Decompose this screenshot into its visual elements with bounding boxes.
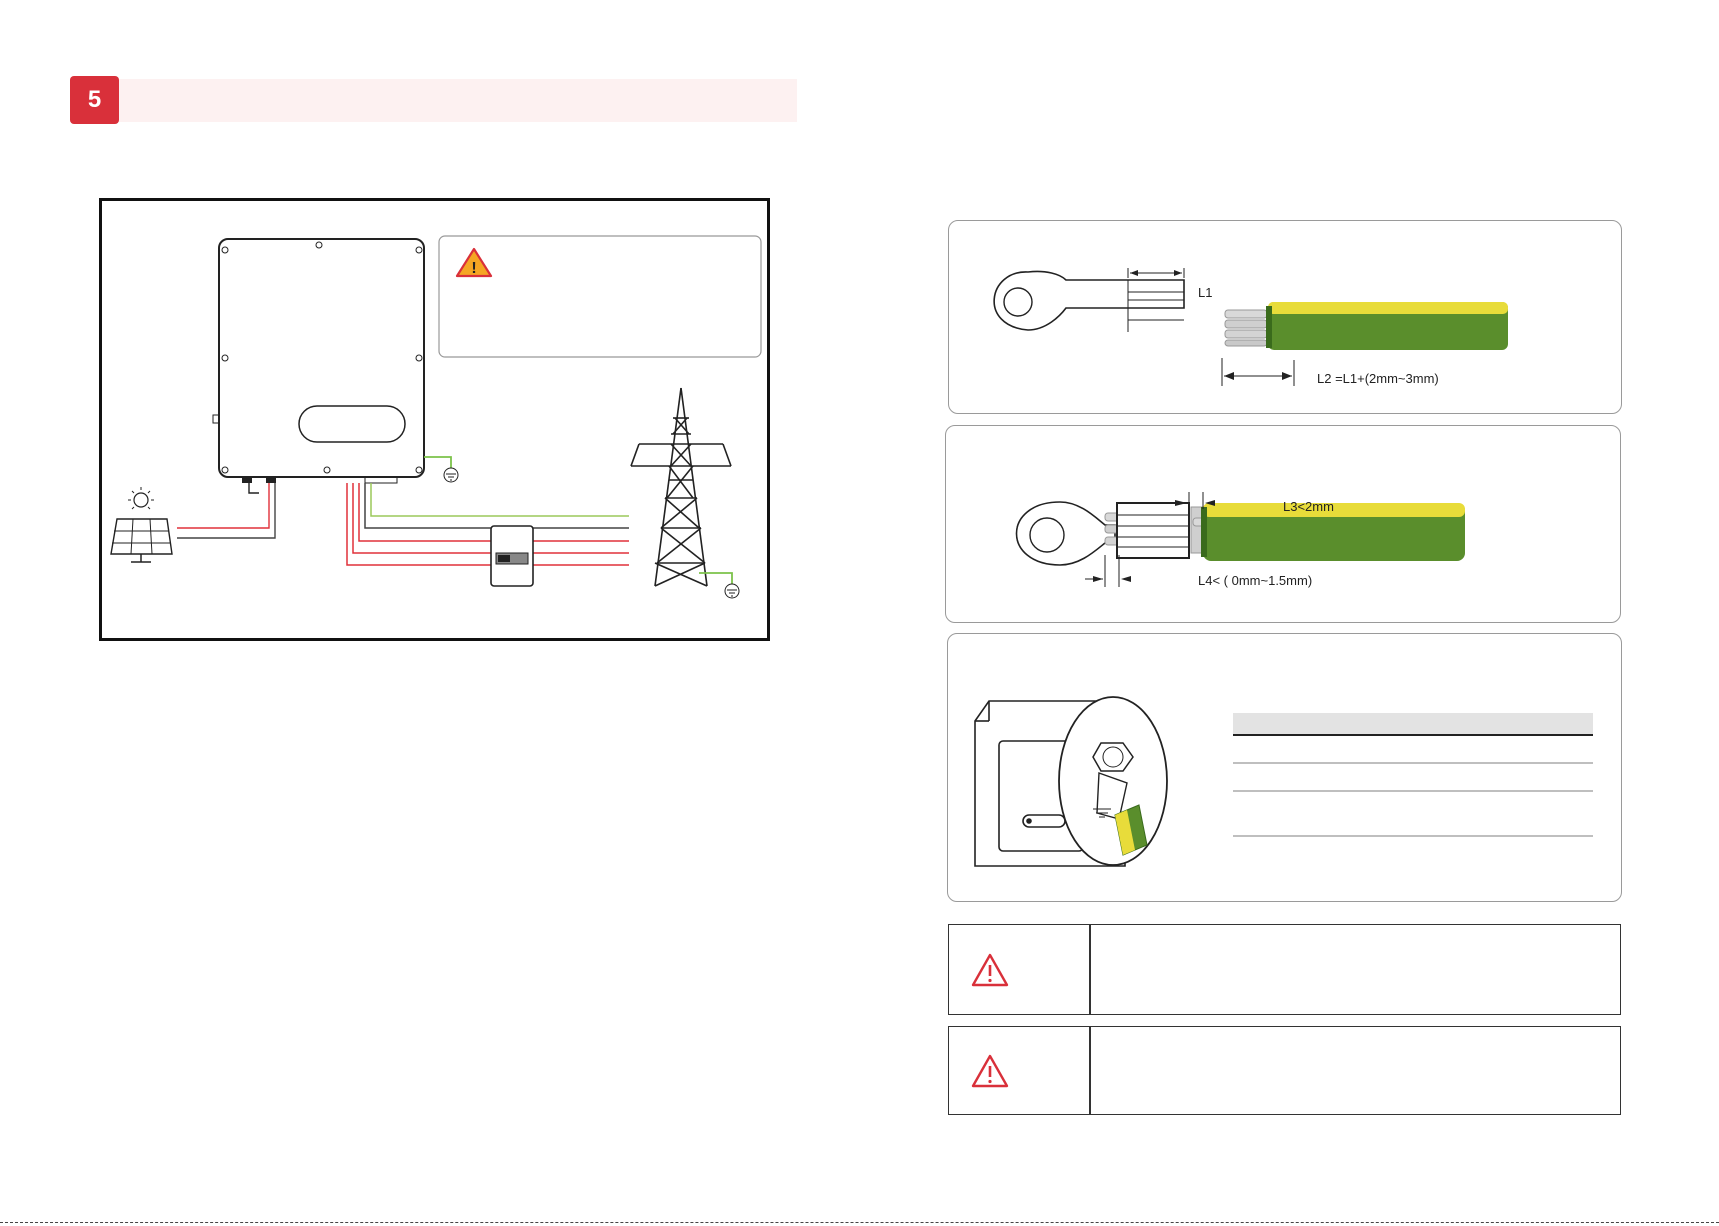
wiring-diagram: ! — [110, 235, 762, 599]
warning-row-2 — [948, 1026, 1621, 1115]
sun-icon — [128, 487, 154, 510]
label-l4: L4< ( 0mm~1.5mm) — [1198, 573, 1313, 588]
transmission-tower-icon — [630, 387, 732, 587]
label-l1: L1 — [1198, 285, 1213, 300]
warning-triangle-icon — [971, 953, 1009, 987]
crimped-terminal-figure — [1015, 492, 1465, 587]
inverter-icon — [212, 238, 425, 484]
breaker-icon — [490, 525, 534, 587]
section-number-badge: 5 — [70, 76, 119, 124]
label-l3: L3<2mm — [1283, 499, 1334, 514]
label-l2: L2 =L1+(2mm~3mm) — [1317, 371, 1439, 386]
ring-terminal-icon — [993, 270, 1185, 332]
ring-terminal-icon — [1015, 501, 1116, 566]
strip-length-figure — [993, 268, 1508, 386]
page-bottom-edge — [0, 1222, 1719, 1223]
ground-cable-icon — [1224, 302, 1508, 350]
solar-panel-icon — [110, 518, 173, 563]
warning-row-1 — [948, 924, 1621, 1015]
section-header-bar — [70, 79, 797, 122]
svg-text:!: ! — [471, 260, 476, 277]
ground-install-figure — [974, 696, 1593, 867]
ground-icon — [724, 583, 740, 599]
spec-table — [1233, 713, 1593, 837]
warning-triangle-icon — [971, 1054, 1009, 1088]
ground-icon — [443, 467, 459, 483]
